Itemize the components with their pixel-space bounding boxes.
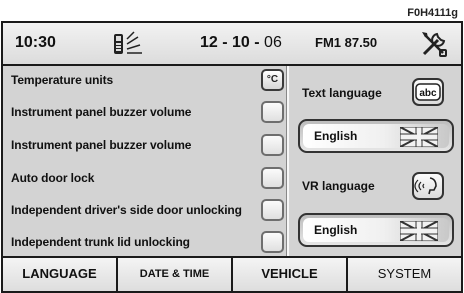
radio-station: FM1 87.50 xyxy=(315,35,378,50)
tab-vehicle[interactable]: VEHICLE xyxy=(233,258,348,291)
vr-language-value: English xyxy=(314,223,358,237)
vr-language-selector[interactable]: English xyxy=(298,213,454,247)
driver-door-unlock-checkbox[interactable] xyxy=(261,199,284,221)
text-language-selector[interactable]: English xyxy=(298,119,454,153)
temperature-unit-toggle[interactable]: °C xyxy=(261,69,284,91)
trunk-unlock-checkbox[interactable] xyxy=(261,231,284,253)
vr-language-label: VR language xyxy=(302,179,375,193)
tools-icon[interactable] xyxy=(419,29,449,59)
date-display: 12 - 10 - 06 xyxy=(200,34,282,52)
text-language-value: English xyxy=(314,129,358,143)
text-language-icon[interactable]: abc xyxy=(412,78,444,106)
setting-label: Auto door lock xyxy=(11,171,95,185)
tab-language[interactable]: LANGUAGE xyxy=(3,258,118,291)
tab-system[interactable]: SYSTEM xyxy=(348,258,461,291)
text-language-label: Text language xyxy=(302,86,382,100)
setting-label: Temperature units xyxy=(11,73,114,87)
buzzer-volume-checkbox-1[interactable] xyxy=(261,101,284,123)
display-screen: 10:30 12 - 10 - 06 FM1 87.50 Temperature… xyxy=(1,21,463,293)
clock-time: 10:30 xyxy=(15,34,56,51)
setting-label: Independent driver's side door unlocking xyxy=(11,203,242,217)
svg-text:abc: abc xyxy=(419,88,437,99)
tab-date-time[interactable]: DATE & TIME xyxy=(118,258,233,291)
figure-code: F0H4111g xyxy=(407,7,458,19)
vr-language-icon[interactable] xyxy=(412,172,444,200)
uk-flag-icon xyxy=(400,221,438,241)
abc-icon: abc xyxy=(415,83,441,101)
buzzer-volume-checkbox-2[interactable] xyxy=(261,134,284,156)
setting-label: Instrument panel buzzer volume xyxy=(11,138,192,152)
auto-door-lock-checkbox[interactable] xyxy=(261,167,284,189)
status-bar: 10:30 12 - 10 - 06 FM1 87.50 xyxy=(3,23,461,66)
language-panel: Text language abc English VR language En… xyxy=(290,66,461,256)
setting-label: Independent trunk lid unlocking xyxy=(11,235,190,249)
voice-recognition-icon xyxy=(414,177,437,195)
bottom-tab-bar: LANGUAGE DATE & TIME VEHICLE SYSTEM xyxy=(3,256,461,291)
uk-flag-icon xyxy=(400,127,438,147)
phone-signal-icon xyxy=(114,31,142,54)
date-year: 06 xyxy=(259,34,282,51)
setting-label: Instrument panel buzzer volume xyxy=(11,105,192,119)
vehicle-settings-list: Temperature units °C Instrument panel bu… xyxy=(3,66,286,256)
panel-divider xyxy=(286,66,289,256)
date-day-month: 12 - 10 - xyxy=(200,34,260,51)
